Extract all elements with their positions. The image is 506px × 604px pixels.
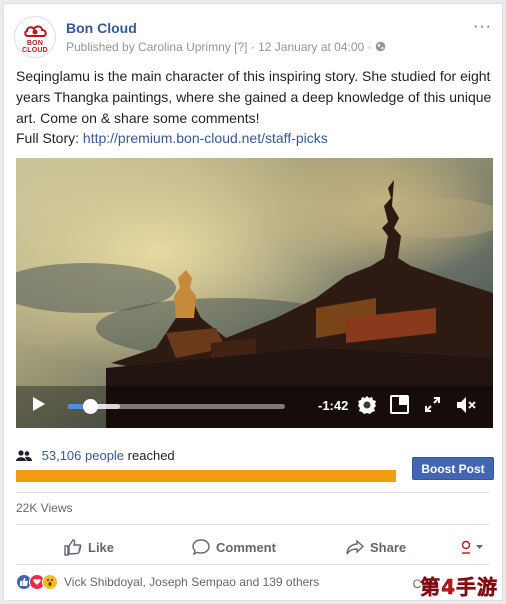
full-story-label: Full Story: [16, 130, 80, 146]
seek-handle[interactable] [82, 399, 98, 414]
audience-chevron-icon [461, 540, 483, 554]
post-card: BON CLOUD Bon Cloud Published by Carolina… [3, 3, 503, 601]
meta-separator: · [250, 40, 255, 54]
share-icon [346, 539, 364, 555]
audience-selector[interactable] [460, 532, 490, 562]
volume-muted-icon[interactable] [456, 396, 476, 414]
play-icon[interactable] [32, 396, 46, 412]
wow-reaction-icon [42, 574, 58, 590]
post-meta: Published by Carolina Uprimny [?] · 12 J… [66, 40, 386, 54]
reach-bar-fill [16, 470, 396, 482]
time-remaining: -1:42 [318, 398, 349, 413]
meta-separator-2: · [367, 40, 372, 54]
reach-count[interactable]: 53,106 people [42, 448, 124, 463]
video-controls: -1:42 [16, 384, 493, 428]
views-count: 22K Views [16, 501, 73, 515]
share-button[interactable]: Share [346, 532, 406, 562]
gear-icon[interactable] [357, 395, 377, 415]
full-story: Full Story: http://premium.bon-cloud.net… [16, 130, 328, 146]
logo-text: BON CLOUD [22, 40, 48, 54]
reach-bar [16, 470, 396, 482]
share-label: Share [370, 539, 407, 555]
comment-button[interactable]: Comment [192, 532, 276, 562]
post-header: BON CLOUD Bon Cloud Published by Carolina… [14, 16, 492, 60]
seek-bar[interactable] [68, 399, 285, 414]
reactions-summary[interactable]: Vick Shibdoyal, Joseph Sempao and 139 ot… [16, 574, 319, 590]
more-options-button[interactable]: ··· [473, 18, 492, 36]
thumbs-up-icon [64, 539, 82, 556]
globe-icon [375, 41, 386, 52]
page-avatar[interactable]: BON CLOUD [14, 16, 56, 58]
like-label: Like [88, 539, 115, 555]
page-name[interactable]: Bon Cloud [66, 20, 137, 36]
help-marker[interactable]: [?] [234, 40, 247, 54]
published-by[interactable]: Published by Carolina Uprimny [66, 40, 231, 54]
picture-in-picture-icon[interactable] [390, 395, 409, 414]
divider [16, 492, 490, 493]
boost-post-button[interactable]: Boost Post [412, 457, 494, 480]
full-story-link[interactable]: http://premium.bon-cloud.net/staff-picks [83, 130, 328, 146]
reaction-names: Vick Shibdoyal, Joseph Sempao and 139 ot… [64, 575, 320, 589]
fullscreen-icon[interactable] [425, 397, 440, 412]
watermark-logo: 第4手游 [420, 575, 498, 600]
like-button[interactable]: Like [64, 532, 114, 562]
post-date[interactable]: 12 January at 04:00 [258, 40, 364, 54]
video-player[interactable]: -1:42 [16, 158, 493, 428]
comment-label: Comment [216, 539, 276, 555]
action-bar: Like Comment Share [16, 532, 490, 562]
people-icon [16, 450, 32, 461]
comment-icon [192, 539, 210, 556]
post-text: Seqinglamu is the main character of this… [16, 68, 492, 126]
reach-suffix: reached [127, 448, 175, 463]
divider-3 [16, 564, 490, 565]
divider-2 [16, 524, 490, 525]
reach-summary: 53,106 people reached [16, 448, 175, 463]
